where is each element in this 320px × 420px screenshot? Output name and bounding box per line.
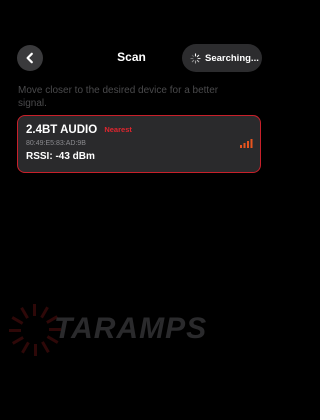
taramps-logo-watermark: TARAMPS — [9, 304, 207, 356]
device-rssi: RSSI: -43 dBm — [26, 151, 95, 162]
device-name-row: 2.4BT AUDIO Nearest — [26, 124, 132, 136]
searching-label: Searching... — [205, 52, 259, 64]
nearest-badge: Nearest — [104, 125, 132, 134]
chevron-left-icon — [26, 52, 33, 64]
back-button[interactable] — [17, 45, 43, 71]
logo-wordmark: TARAMPS — [54, 312, 207, 345]
spinner-icon — [190, 52, 201, 64]
searching-status-pill[interactable]: Searching... — [182, 44, 262, 72]
device-card[interactable]: 2.4BT AUDIO Nearest 80:49:E5:83:AD:9B RS… — [17, 115, 261, 173]
device-mac-address: 80:49:E5:83:AD:9B — [26, 140, 86, 147]
hint-text: Move closer to the desired device for a … — [18, 85, 219, 109]
device-name: 2.4BT AUDIO — [26, 124, 98, 136]
signal-bars-icon — [240, 139, 253, 148]
